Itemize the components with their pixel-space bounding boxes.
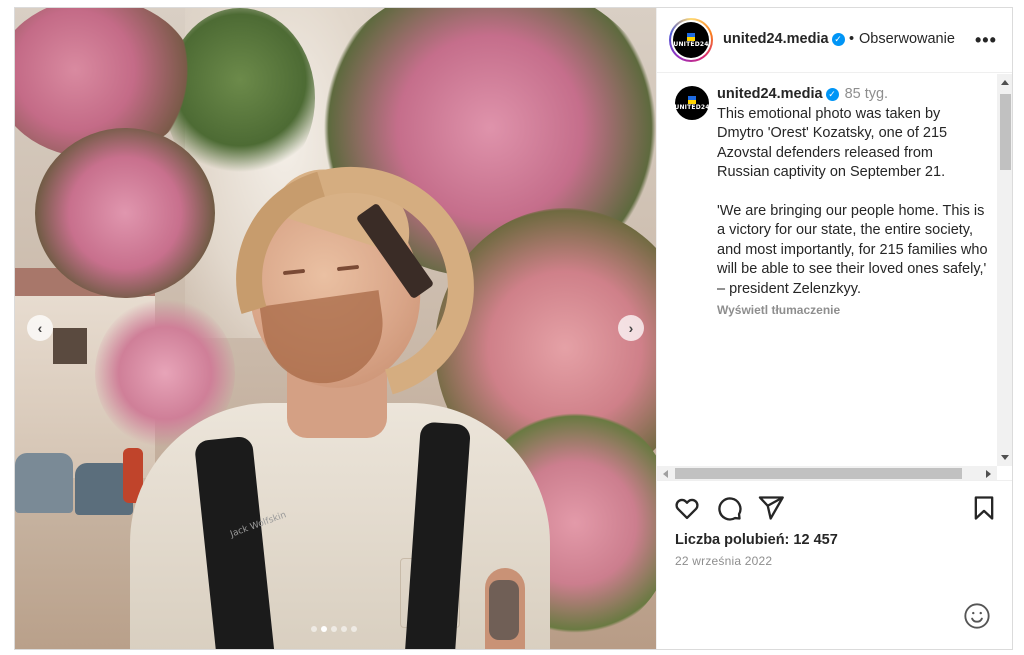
verified-badge-icon: ✓ [831,32,845,46]
save-button[interactable] [970,494,998,522]
carousel-dot [341,626,347,632]
carousel-dot [331,626,337,632]
following-button[interactable]: Obserwowanie [859,31,955,47]
vertical-scrollbar[interactable] [997,74,1012,466]
heart-icon [675,498,699,520]
caption-body: united24.media ✓ 85 tyg. This emotional ph… [717,85,989,321]
carousel-indicator [311,626,357,632]
post-side-panel: UNITED24 united24.media ✓ • Obserwowanie … [656,8,1012,649]
avatar[interactable]: UNITED24 [673,22,709,58]
scroll-thumb[interactable] [1000,94,1011,170]
translate-link[interactable]: Wyświetl tłumaczenie [717,301,989,321]
header-username-row: united24.media ✓ [723,31,845,47]
post-photo[interactable]: Jack Wolfskin ‹ › [15,8,656,649]
header-username[interactable]: united24.media [723,31,829,47]
carousel-prev-button[interactable]: ‹ [27,315,53,341]
horizontal-scrollbar[interactable] [657,466,997,480]
scroll-down-icon[interactable] [1001,455,1009,460]
share-icon [758,496,784,520]
photo-tattoo [489,580,519,640]
more-options-button[interactable]: ••• [975,30,997,51]
caption-paragraph: 'We are bringing our people home. This i… [717,202,988,297]
caption-avatar[interactable]: UNITED24 [674,86,709,120]
photo-flowers [35,128,215,298]
united24-logo: UNITED24 [674,95,709,111]
scroll-left-icon[interactable] [663,470,668,478]
action-bar [657,494,1012,524]
comment-button[interactable] [715,494,743,522]
carousel-dot [311,626,317,632]
share-button[interactable] [757,494,785,522]
like-button[interactable] [673,494,701,522]
post-date[interactable]: 22 września 2022 [675,554,772,568]
comment-icon [718,497,742,521]
bookmark-icon [974,496,994,520]
post-header: UNITED24 united24.media ✓ • Obserwowanie … [657,8,1012,73]
header-separator: • [849,31,855,47]
chevron-left-icon: ‹ [37,320,43,336]
comments-section[interactable]: UNITED24 united24.media ✓ 85 tyg. This emo… [657,74,1012,481]
likes-count[interactable]: Liczba polubień: 12 457 [675,532,838,548]
chevron-right-icon: › [628,320,634,336]
united24-logo: UNITED24 [673,32,708,48]
story-ring[interactable]: UNITED24 [669,18,713,62]
caption-time[interactable]: 85 tyg. [845,86,889,102]
scroll-up-icon[interactable] [1001,80,1009,85]
carousel-next-button[interactable]: › [618,315,644,341]
photo-car [15,453,73,513]
scroll-thumb[interactable] [675,468,962,479]
carousel-dot [321,626,327,632]
instagram-post: Jack Wolfskin ‹ › UNITED24 united24.medi [14,7,1013,650]
carousel-dot [351,626,357,632]
caption-username[interactable]: united24.media [717,86,823,102]
caption-paragraph: This emotional photo was taken by Dmytro… [717,105,948,181]
emoji-icon [964,603,990,629]
emoji-button[interactable] [963,602,991,630]
scroll-right-icon[interactable] [986,470,991,478]
verified-badge-icon: ✓ [825,87,839,101]
